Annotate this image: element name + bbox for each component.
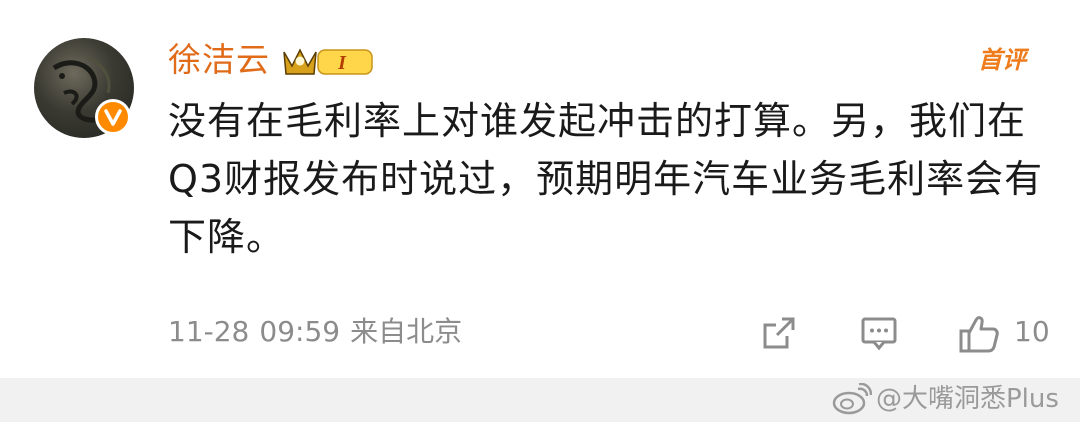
crown-icon[interactable]: I [280, 38, 376, 80]
watermark-text: @大嘴洞悉Plus [876, 384, 1059, 414]
first-comment-badge: 首评 [978, 46, 1026, 74]
comment-location: 来自北京 [350, 315, 463, 348]
like-count: 10 [1014, 315, 1050, 348]
like-icon[interactable] [958, 314, 1000, 354]
comment-date: 11-28 [168, 315, 250, 348]
comment-meta: 11-28 09:59 来自北京 [168, 312, 472, 352]
comment-text: 没有在毛利率上对谁发起冲击的打算。另，我们在Q3财报发布时说过，预期明年汽车业务… [168, 99, 1044, 259]
comment-icon[interactable] [860, 314, 898, 352]
member-level: I [337, 52, 347, 74]
share-icon[interactable] [760, 314, 798, 352]
comment-card: 徐洁云 I 首评 没有在毛利率上对谁发起冲击的打算。另，我们在Q3财报发布时说过… [0, 0, 1080, 378]
username[interactable]: 徐洁云 [168, 38, 270, 82]
verified-icon [95, 99, 131, 135]
weibo-logo-icon [832, 383, 872, 415]
comment-time: 09:59 [259, 315, 341, 348]
